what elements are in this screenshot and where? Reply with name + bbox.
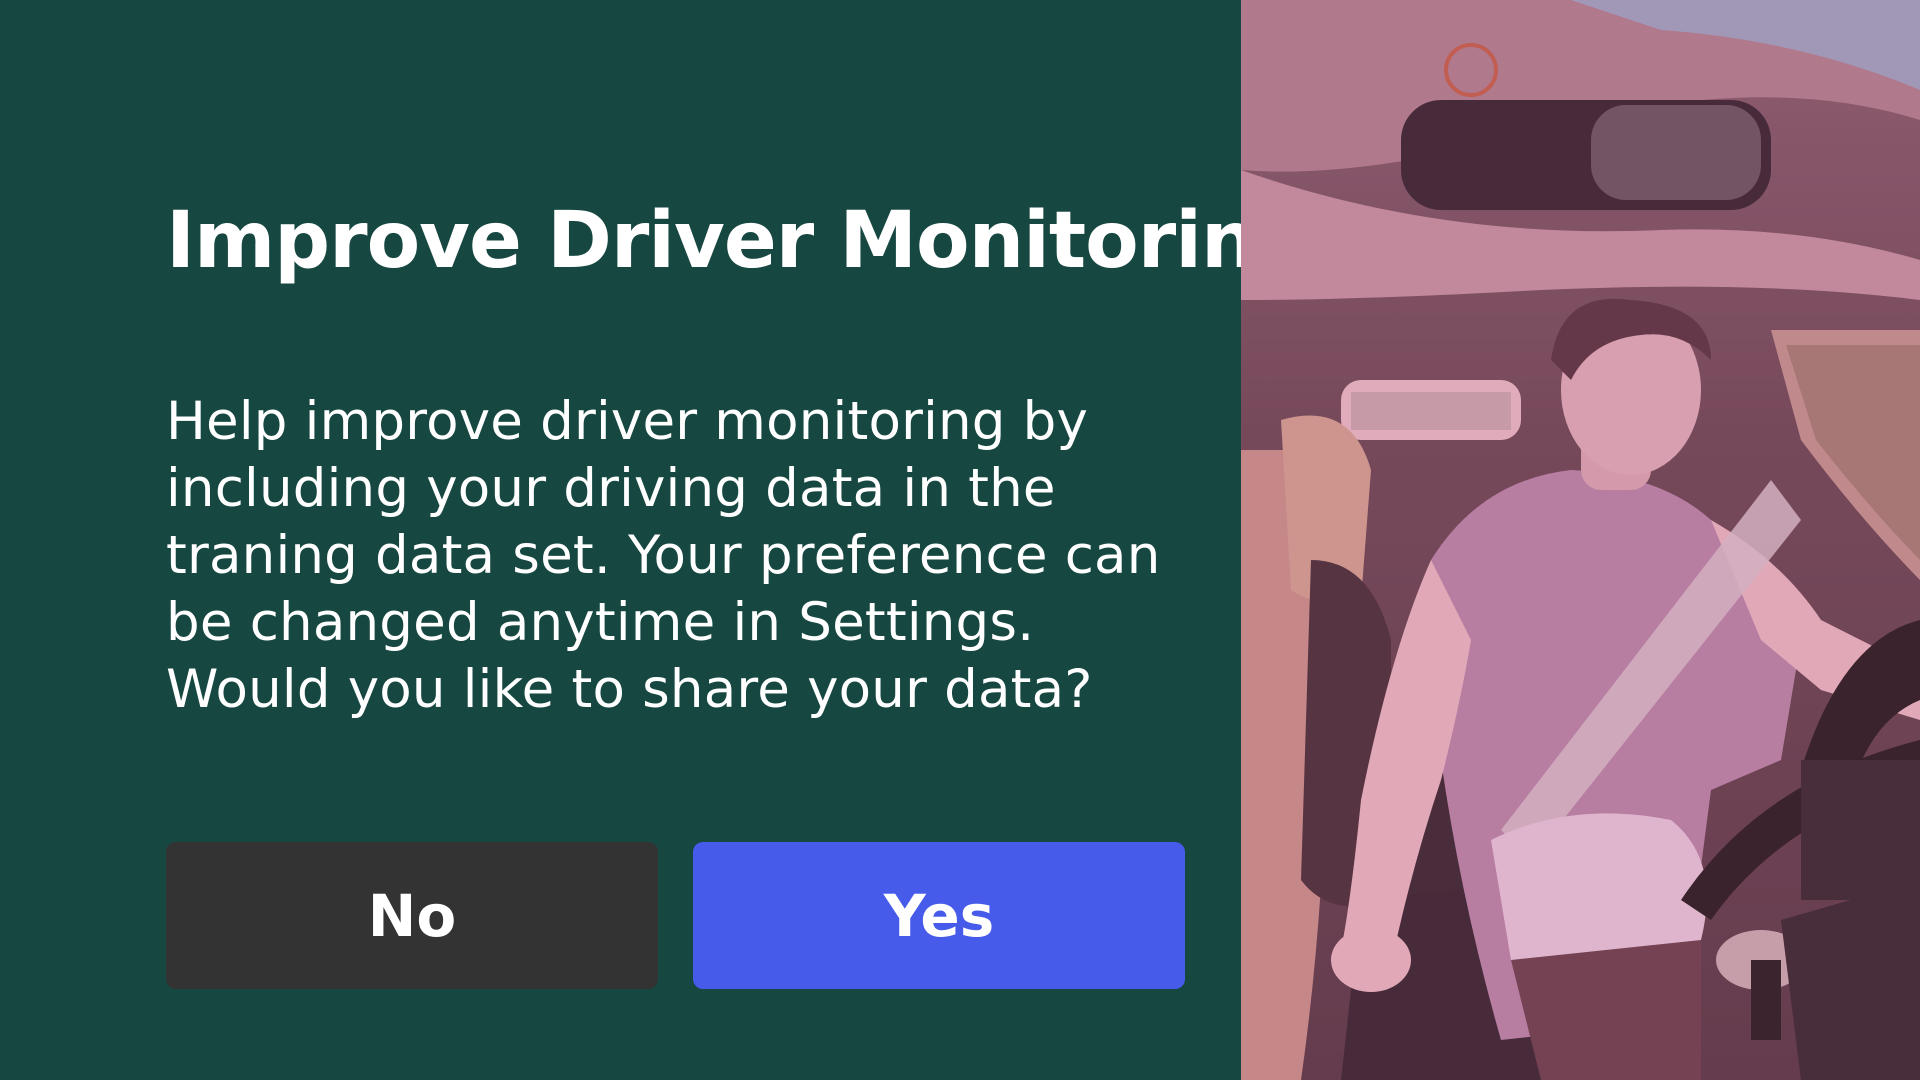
no-button-label: No bbox=[367, 881, 457, 950]
dialog-body: Help improve driver monitoring by includ… bbox=[166, 391, 1161, 720]
dialog-panel: Improve Driver Monitoring Help improve d… bbox=[0, 0, 1311, 1080]
yes-button[interactable]: Yes bbox=[693, 842, 1185, 989]
yes-button-label: Yes bbox=[883, 881, 995, 950]
onboarding-screen: Improve Driver Monitoring Help improve d… bbox=[0, 0, 1920, 1080]
camera-image bbox=[1241, 0, 1920, 1080]
no-button[interactable]: No bbox=[166, 842, 658, 989]
dialog-title: Improve Driver Monitoring bbox=[166, 196, 1311, 286]
driver-camera-feed bbox=[1241, 0, 1920, 1080]
